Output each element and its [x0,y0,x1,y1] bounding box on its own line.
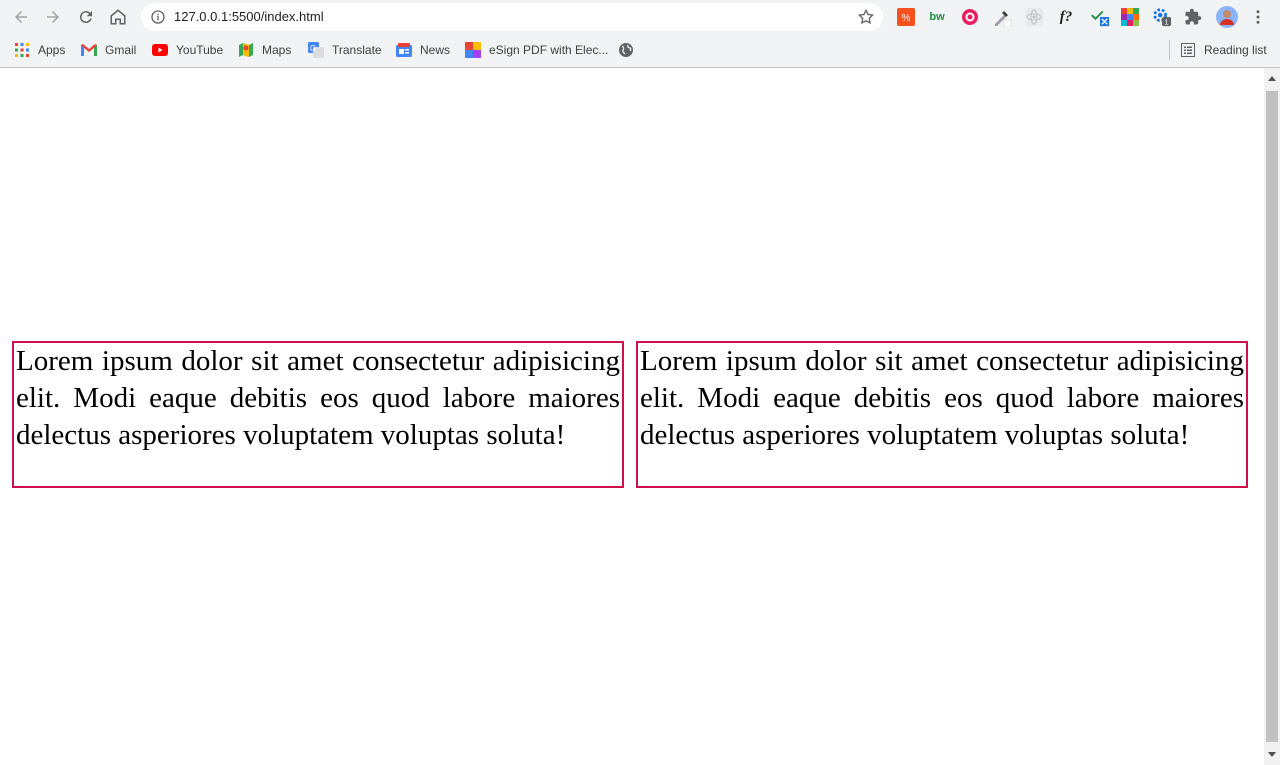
extension-color-grid-icon[interactable] [1120,7,1140,27]
svg-text:1: 1 [1165,17,1169,26]
extension-eye-icon[interactable] [960,7,980,27]
star-icon[interactable] [857,8,875,26]
scroll-down-arrow-icon[interactable] [1264,747,1280,763]
apps-grid-icon [14,42,30,58]
address-bar[interactable]: 127.0.0.1:5500/index.html [141,3,883,31]
gmail-icon [81,42,97,58]
home-icon [110,9,126,25]
arrow-right-icon [47,11,59,23]
globe-icon [618,42,634,58]
reading-list-icon [1180,42,1196,58]
svg-text:G: G [310,44,316,53]
svg-text:%: % [902,13,911,24]
youtube-icon [152,42,168,58]
bookmark-translate[interactable]: G Translate [308,40,382,60]
maps-icon [238,42,254,58]
reading-list-button[interactable]: Reading list [1180,40,1267,60]
text-box-left: Lorem ipsum dolor sit amet consectetur a… [12,341,624,488]
forward-button[interactable] [42,6,64,28]
translate-icon: G [308,42,324,58]
extension-coupon-icon[interactable]: % [896,7,916,27]
menu-kebab-icon[interactable] [1248,7,1268,27]
info-icon[interactable] [150,9,166,25]
extension-react-icon[interactable] [1024,7,1044,27]
back-button[interactable] [10,6,32,28]
bookmark-apps[interactable]: Apps [14,40,65,60]
extension-gear-badge-icon[interactable]: 1 [1152,7,1172,27]
extension-check-x-icon[interactable] [1090,7,1110,27]
bookmark-youtube[interactable]: YouTube [152,40,223,60]
browser-toolbar: 127.0.0.1:5500/index.html % bw f? 1 [0,0,1280,34]
vertical-scrollbar[interactable] [1264,68,1280,765]
bookmark-esign[interactable]: eSign PDF with Elec... [465,40,608,60]
extension-eyedropper-icon[interactable] [992,7,1012,27]
extensions-puzzle-icon[interactable] [1183,7,1203,27]
extension-font-icon[interactable]: f? [1056,7,1076,27]
bookmark-news[interactable]: News [396,40,450,60]
bookmarks-bar: Apps Gmail YouTube Maps G Translate News… [0,34,1280,68]
home-button[interactable] [107,6,129,28]
browser-chrome: 127.0.0.1:5500/index.html % bw f? 1 Apps… [0,0,1280,68]
scrollbar-thumb[interactable] [1266,91,1278,742]
bookmark-maps[interactable]: Maps [238,40,291,60]
reload-button[interactable] [75,6,97,28]
news-icon [396,42,412,58]
page-viewport: Lorem ipsum dolor sit amet consectetur a… [0,68,1264,765]
profile-avatar[interactable] [1216,6,1238,28]
text-box-right: Lorem ipsum dolor sit amet consectetur a… [636,341,1248,488]
bookmarks-divider [1169,40,1170,60]
arrow-left-icon [15,11,27,23]
scroll-up-arrow-icon[interactable] [1264,70,1280,86]
url-text[interactable]: 127.0.0.1:5500/index.html [174,3,324,31]
reload-icon [79,11,92,24]
extension-bw-icon[interactable]: bw [927,7,947,27]
esign-icon [465,42,481,58]
bookmark-globe[interactable] [618,40,642,60]
bookmark-gmail[interactable]: Gmail [81,40,136,60]
